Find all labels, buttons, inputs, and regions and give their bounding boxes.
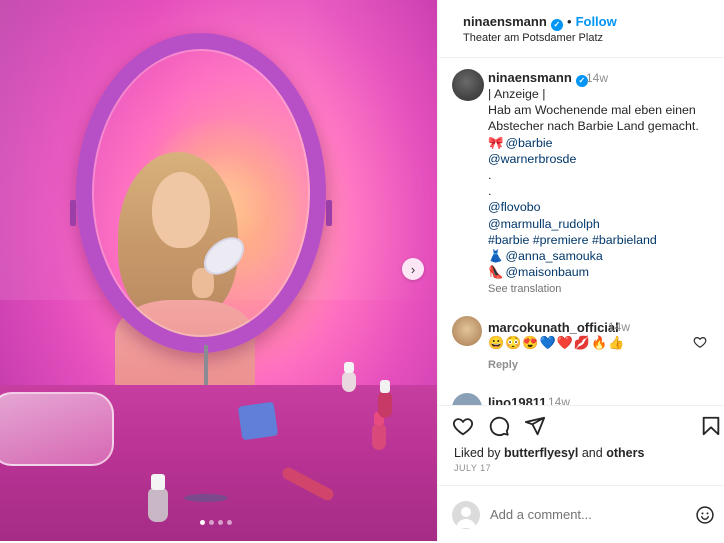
- follow-button[interactable]: • Follow: [567, 14, 617, 29]
- mention-link[interactable]: @anna_samouka: [505, 249, 602, 263]
- heart-icon[interactable]: [452, 415, 474, 437]
- post-header: ninaensmann ✓ • Follow Theater am Potsdame…: [438, 0, 724, 58]
- caption-line: @flovobo: [488, 199, 699, 215]
- caption-line: Hab am Wochenende mal eben einen: [488, 103, 696, 118]
- comment-timestamp[interactable]: 14w: [608, 320, 630, 334]
- caption-line: @warnerbrosde: [488, 151, 699, 167]
- separator-dot: •: [567, 14, 572, 29]
- like-summary: Liked by butterflyesyl and others: [454, 446, 645, 460]
- mention-link[interactable]: @maisonbaum: [505, 265, 589, 279]
- caption-line: .: [488, 168, 492, 183]
- instagram-post-modal: › ninaensmann ✓ • Follow Theater am Potsda…: [0, 0, 724, 542]
- nail-polish-bottle: [148, 474, 168, 522]
- hashtag-links[interactable]: #barbie #premiere #barbieland: [488, 233, 657, 247]
- nail-polish-bottle: [342, 362, 356, 392]
- post-date[interactable]: JULY 17: [454, 463, 491, 473]
- caption-line: .: [488, 184, 492, 199]
- mirror-base: [184, 494, 228, 502]
- author-username[interactable]: ninaensmann ✓: [463, 14, 563, 31]
- caption-line: | Anzeige |: [488, 87, 546, 101]
- mirror-hinge-right: [326, 200, 332, 226]
- chevron-right-icon: ›: [410, 261, 416, 277]
- eyeshadow-palette: [237, 401, 279, 441]
- post-image: ›: [0, 0, 437, 541]
- add-comment-row: [438, 485, 724, 543]
- post-location[interactable]: Theater am Potsdamer Platz: [463, 32, 603, 44]
- nail-polish-bottle: [378, 380, 392, 418]
- liked-by-others-link[interactable]: others: [606, 446, 644, 460]
- see-translation-link[interactable]: See translation: [488, 283, 561, 295]
- glass-tray: [0, 392, 114, 466]
- comment-text: 😀😳😍💙❤️💋🔥👍: [488, 335, 626, 350]
- send-icon[interactable]: [524, 415, 546, 437]
- current-user-avatar: [452, 501, 480, 529]
- caption-text: | Anzeige | Hab am Wochenende mal eben e…: [488, 86, 699, 280]
- caption-line: 👠 @maisonbaum: [488, 264, 699, 280]
- high-heel-emoji: 👠: [488, 265, 504, 280]
- carousel-dot: [200, 520, 205, 525]
- caption-line: 👗 @anna_samouka: [488, 248, 699, 264]
- commenter-username[interactable]: marcokunath_official: [488, 320, 619, 335]
- mirror-hinge-left: [70, 200, 76, 226]
- caption-line: 🎀 @barbie: [488, 135, 699, 151]
- nail-polish-bottle: [372, 412, 386, 450]
- bookmark-icon[interactable]: [700, 415, 722, 437]
- smiley-icon[interactable]: [695, 505, 715, 525]
- dress-emoji: 👗: [488, 249, 504, 264]
- carousel-dot: [209, 520, 214, 525]
- carousel-indicator: [200, 520, 232, 525]
- caption-author-avatar[interactable]: [452, 69, 484, 101]
- comment-like-heart-icon[interactable]: [693, 335, 707, 349]
- add-comment-input[interactable]: [490, 505, 680, 523]
- caption-author-username[interactable]: ninaensmann ✓: [488, 70, 588, 87]
- post-sidebar: ninaensmann ✓ • Follow Theater am Potsdame…: [437, 0, 724, 542]
- liked-by-user-link[interactable]: butterflyesyl: [504, 446, 578, 460]
- ribbon-emoji: 🎀: [488, 135, 504, 150]
- carousel-dot: [218, 520, 223, 525]
- mention-link[interactable]: @warnerbrosde: [488, 152, 576, 166]
- verified-badge-icon: ✓: [550, 18, 563, 31]
- comment-icon[interactable]: [488, 415, 510, 437]
- caption-line: Abstecher nach Barbie Land gemacht.: [488, 119, 699, 134]
- oval-mirror: [76, 33, 326, 353]
- caption-line: #barbie #premiere #barbieland: [488, 232, 699, 248]
- mention-link[interactable]: @barbie: [505, 136, 552, 150]
- default-user-icon: [456, 507, 476, 528]
- post-actions: Liked by butterflyesyl and others JULY 1…: [438, 405, 724, 542]
- caption-timestamp[interactable]: 14w: [586, 71, 608, 85]
- caption-line: @marmulla_rudolph: [488, 216, 699, 232]
- mention-link[interactable]: @flovobo: [488, 200, 541, 214]
- reply-button[interactable]: Reply: [488, 359, 518, 371]
- mention-link[interactable]: @marmulla_rudolph: [488, 217, 600, 231]
- commenter-avatar[interactable]: [452, 316, 482, 346]
- carousel-dot: [227, 520, 232, 525]
- carousel-next-button[interactable]: ›: [402, 258, 424, 280]
